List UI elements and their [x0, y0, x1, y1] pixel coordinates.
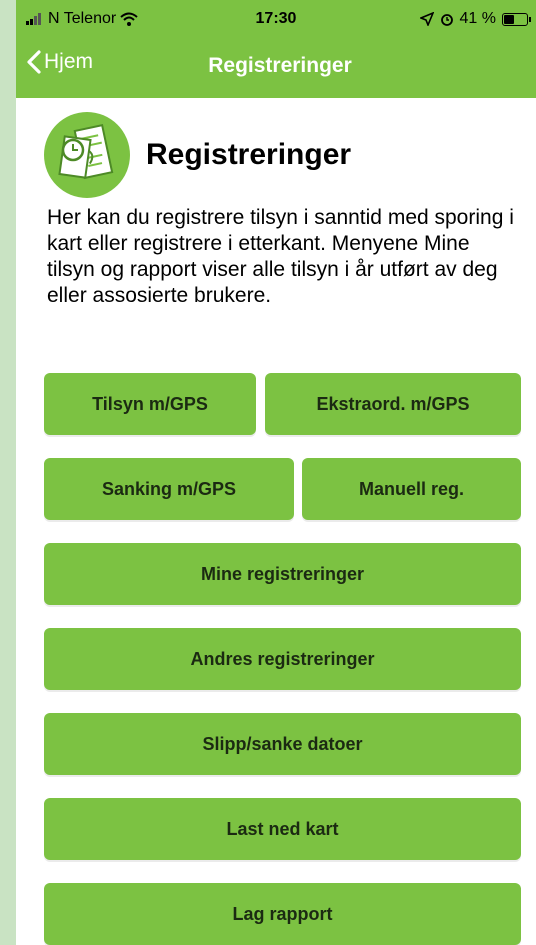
tilsyn-gps-button[interactable]: Tilsyn m/GPS — [44, 373, 256, 435]
sanking-gps-button[interactable]: Sanking m/GPS — [44, 458, 294, 520]
manuell-reg-button[interactable]: Manuell reg. — [302, 458, 521, 520]
mine-registreringer-button[interactable]: Mine registreringer — [44, 543, 521, 605]
battery-fill — [504, 14, 514, 24]
page-header: Registreringer — [44, 112, 351, 198]
last-ned-kart-button[interactable]: Last ned kart — [44, 798, 521, 860]
lag-rapport-button[interactable]: Lag rapport — [44, 883, 521, 945]
slipp-sanke-datoer-button[interactable]: Slipp/sanke datoer — [44, 713, 521, 775]
page-title: Registreringer — [146, 138, 352, 171]
alarm-clock-icon — [440, 14, 453, 26]
andres-registreringer-button[interactable]: Andres registreringer — [44, 628, 521, 690]
ekstraord-gps-button[interactable]: Ekstraord. m/GPS — [265, 373, 521, 435]
status-right: 41 % — [419, 10, 531, 28]
navigation-bar: Hjem Registreringer — [16, 36, 536, 98]
nav-title: Registreringer — [208, 54, 352, 77]
app-screen: N Telenor 17:30 41 % Hjem Registreringer… — [16, 0, 536, 945]
intro-text: Her kan du registrere tilsyn i sanntid m… — [47, 206, 514, 307]
battery-icon — [502, 12, 531, 26]
app-logo-icon — [44, 112, 130, 198]
status-bar: N Telenor 17:30 41 % — [16, 0, 536, 36]
battery-percentage: 41 % — [459, 10, 496, 27]
location-arrow-icon — [419, 12, 434, 26]
